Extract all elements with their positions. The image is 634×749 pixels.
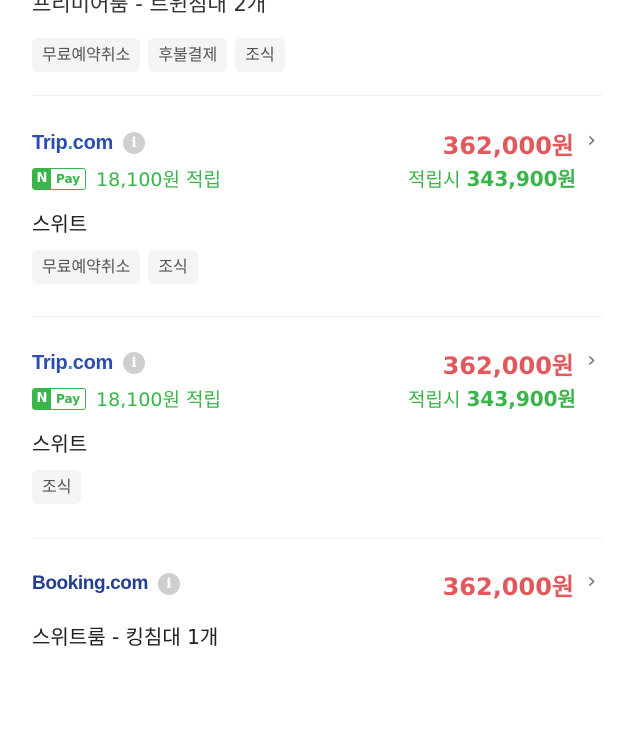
offer-row-booking[interactable]: Booking.com i 362,000원 › 스위트룸 - 킹침대 1개 xyxy=(0,569,634,749)
offer-price: 362,000원 xyxy=(442,132,574,160)
offer-tag-list: 무료예약취소 조식 xyxy=(32,250,198,284)
provider-trip: Trip.com i xyxy=(32,128,145,158)
offer-price: 362,000원 xyxy=(442,573,574,601)
top-tag-list: 무료예약취소 후불결제 조식 xyxy=(32,38,285,72)
chevron-right-icon[interactable]: › xyxy=(587,569,596,594)
trip-logo: Trip.com xyxy=(32,351,113,374)
rebate-price: 적립시 343,900원 xyxy=(408,167,576,191)
npay-points-text: 18,100원 적립 xyxy=(96,389,221,411)
tag-breakfast: 조식 xyxy=(235,38,285,72)
room-title-premier: 프리미어룸 - 트윈침대 2개 xyxy=(32,0,267,16)
provider-trip: Trip.com i xyxy=(32,348,145,378)
offer-room-name: 스위트 xyxy=(32,432,88,456)
npay-points: N Pay 18,100원 적립 xyxy=(32,165,221,192)
offer-row-trip-2[interactable]: Trip.com i 362,000원 › N Pay 18,100원 적립 적립… xyxy=(0,348,634,528)
booking-logo: Booking.com xyxy=(32,573,148,594)
offer-row-trip-1[interactable]: Trip.com i 362,000원 › N Pay 18,100원 적립 적립… xyxy=(0,128,634,308)
info-icon[interactable]: i xyxy=(122,132,145,154)
divider xyxy=(32,95,602,96)
offer-price: 362,000원 xyxy=(442,352,574,380)
trip-logo: Trip.com xyxy=(32,131,113,154)
tag-breakfast: 조식 xyxy=(32,470,82,504)
offer-tag-list: 조식 xyxy=(32,470,82,504)
divider xyxy=(32,538,602,539)
tag-breakfast: 조식 xyxy=(148,250,198,284)
naver-pay-icon: N Pay xyxy=(32,167,87,190)
offer-room-name: 스위트 xyxy=(32,212,88,236)
info-icon[interactable]: i xyxy=(122,352,145,374)
tag-pay-later: 후불결제 xyxy=(148,38,228,72)
chevron-right-icon[interactable]: › xyxy=(587,348,596,373)
rebate-price: 적립시 343,900원 xyxy=(408,387,576,411)
tag-free-cancel: 무료예약취소 xyxy=(32,250,141,284)
tag-free-cancel: 무료예약취소 xyxy=(32,38,141,72)
provider-booking: Booking.com i xyxy=(32,569,180,599)
npay-points-text: 18,100원 적립 xyxy=(96,169,221,191)
chevron-right-icon[interactable]: › xyxy=(587,128,596,153)
naver-pay-icon: N Pay xyxy=(32,387,87,410)
offer-room-name: 스위트룸 - 킹침대 1개 xyxy=(32,625,219,649)
info-icon[interactable]: i xyxy=(157,573,180,595)
npay-points: N Pay 18,100원 적립 xyxy=(32,385,221,412)
divider xyxy=(32,316,602,317)
